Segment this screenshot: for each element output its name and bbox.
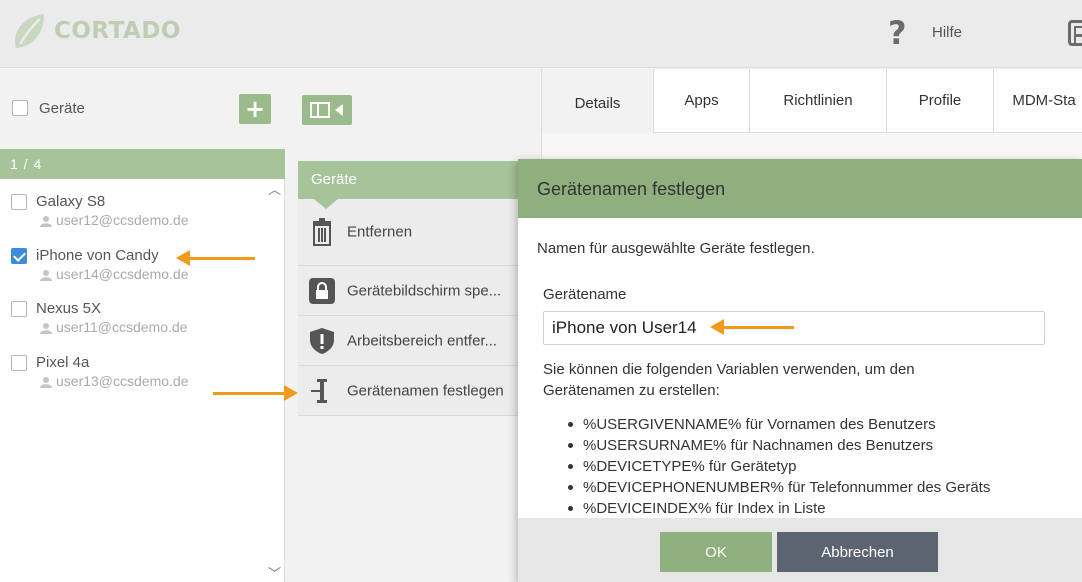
tab-profiles[interactable]: Profile	[887, 69, 994, 133]
shield-icon	[310, 327, 334, 354]
device-name-input[interactable]	[543, 311, 1045, 345]
lock-icon	[309, 277, 335, 304]
device-user-email: user12@ccsdemo.de	[56, 212, 189, 228]
action-label: Arbeitsbereich entfer...	[347, 332, 498, 349]
dialog-title: Gerätenamen festlegen	[537, 179, 726, 199]
apps-grid-icon[interactable]	[1068, 20, 1082, 46]
tab-bar: Details Apps Richtlinien Profile MDM-Sta	[542, 69, 1082, 133]
action-lock-screen[interactable]: Gerätebildschirm spe...	[298, 266, 541, 316]
device-user-email: user11@ccsdemo.de	[56, 319, 188, 335]
selection-count-bar: 1 / 4	[0, 149, 285, 179]
action-menu-header: Geräte	[298, 161, 541, 209]
device-list-item[interactable]: Nexus 5X user11@ccsdemo.de	[0, 300, 285, 352]
device-name-label: Gerätename	[543, 286, 627, 303]
question-mark-icon[interactable]: ?	[888, 14, 907, 52]
device-name: Galaxy S8	[36, 193, 106, 210]
scroll-down-icon[interactable]: ﹀	[268, 563, 281, 582]
action-menu-title: Geräte	[311, 171, 357, 188]
device-checkbox[interactable]	[11, 355, 27, 371]
device-list-header: Geräte +	[0, 69, 285, 149]
dialog-header: Gerätenamen festlegen	[518, 159, 1082, 218]
ok-button[interactable]: OK	[660, 532, 772, 572]
variable-list: %USERGIVENNAME% für Vornamen des Benutze…	[568, 414, 990, 519]
device-name: Pixel 4a	[36, 354, 90, 371]
device-list-item[interactable]: Galaxy S8 user12@ccsdemo.de	[0, 193, 285, 245]
tab-policies[interactable]: Richtlinien	[750, 69, 887, 133]
cancel-button[interactable]: Abbrechen	[777, 532, 938, 572]
tab-apps[interactable]: Apps	[654, 69, 750, 133]
selection-count: 1 / 4	[10, 156, 43, 172]
action-menu: Geräte Entfernen Gerätebildschirm spe...	[298, 161, 541, 416]
user-icon	[40, 216, 52, 227]
device-checkbox[interactable]	[11, 194, 27, 210]
annotation-arrow	[213, 385, 298, 401]
cortado-logo[interactable]: CORTADO	[10, 10, 181, 52]
trash-icon	[313, 218, 331, 246]
variable-item: %DEVICETYPE% für Gerätetyp	[568, 456, 990, 477]
annotation-arrow	[710, 319, 794, 335]
set-device-name-dialog: Gerätenamen festlegen Namen für ausgewäh…	[518, 159, 1082, 582]
select-all-checkbox[interactable]	[12, 100, 28, 116]
action-remove[interactable]: Entfernen	[298, 199, 541, 266]
device-name: iPhone von Candy	[36, 247, 159, 264]
collapse-panel-button[interactable]	[302, 95, 352, 125]
tab-details[interactable]: Details	[542, 69, 654, 133]
add-device-button[interactable]: +	[239, 94, 271, 124]
tab-mdm-status[interactable]: MDM-Sta	[994, 69, 1082, 133]
action-label: Gerätebildschirm spe...	[347, 282, 502, 299]
annotation-arrow	[176, 250, 255, 266]
text-cursor-icon	[311, 378, 327, 403]
device-user-email: user13@ccsdemo.de	[56, 373, 189, 389]
app-header: CORTADO ? Hilfe	[0, 0, 1082, 68]
user-icon	[40, 323, 52, 334]
device-list-title: Geräte	[39, 100, 85, 117]
action-label: Entfernen	[347, 223, 413, 241]
panel-toggle-icon	[310, 102, 330, 118]
user-icon	[40, 377, 52, 388]
user-icon	[40, 270, 52, 281]
variable-item: %USERGIVENNAME% für Vornamen des Benutze…	[568, 414, 990, 435]
help-link[interactable]: Hilfe	[932, 24, 962, 41]
variable-item: %DEVICEINDEX% für Index in Liste	[568, 498, 990, 519]
variable-item: %DEVICEPHONENUMBER% für Telefonnummer de…	[568, 477, 990, 498]
action-label: Gerätenamen festlegen	[347, 382, 504, 399]
device-user-email: user14@ccsdemo.de	[56, 266, 189, 282]
arrow-left-icon	[335, 104, 343, 116]
action-panel: Geräte Entfernen Gerätebildschirm spe...	[286, 69, 541, 582]
device-list-item[interactable]: Pixel 4a user13@ccsdemo.de	[0, 354, 285, 406]
plus-icon: +	[244, 95, 266, 123]
device-list-item[interactable]: iPhone von Candy user14@ccsdemo.de	[0, 247, 285, 299]
device-name: Nexus 5X	[36, 300, 102, 317]
action-set-device-name[interactable]: Gerätenamen festlegen	[298, 366, 541, 416]
device-list-panel: Geräte + 1 / 4 ︿ Galaxy S8 user12@ccsdem…	[0, 69, 285, 582]
dialog-footer: OK Abbrechen	[518, 518, 1082, 582]
variable-item: %USERSURNAME% für Nachnamen des Benutzer…	[568, 435, 990, 456]
dialog-intro: Namen für ausgewählte Geräte festlegen.	[537, 240, 815, 257]
logo-text: CORTADO	[54, 18, 181, 44]
variables-help-text: Sie können die folgenden Variablen verwe…	[543, 361, 915, 399]
device-checkbox[interactable]	[11, 248, 27, 264]
action-remove-workspace[interactable]: Arbeitsbereich entfer...	[298, 316, 541, 366]
leaf-logo-icon	[15, 14, 44, 48]
device-checkbox[interactable]	[11, 301, 27, 317]
